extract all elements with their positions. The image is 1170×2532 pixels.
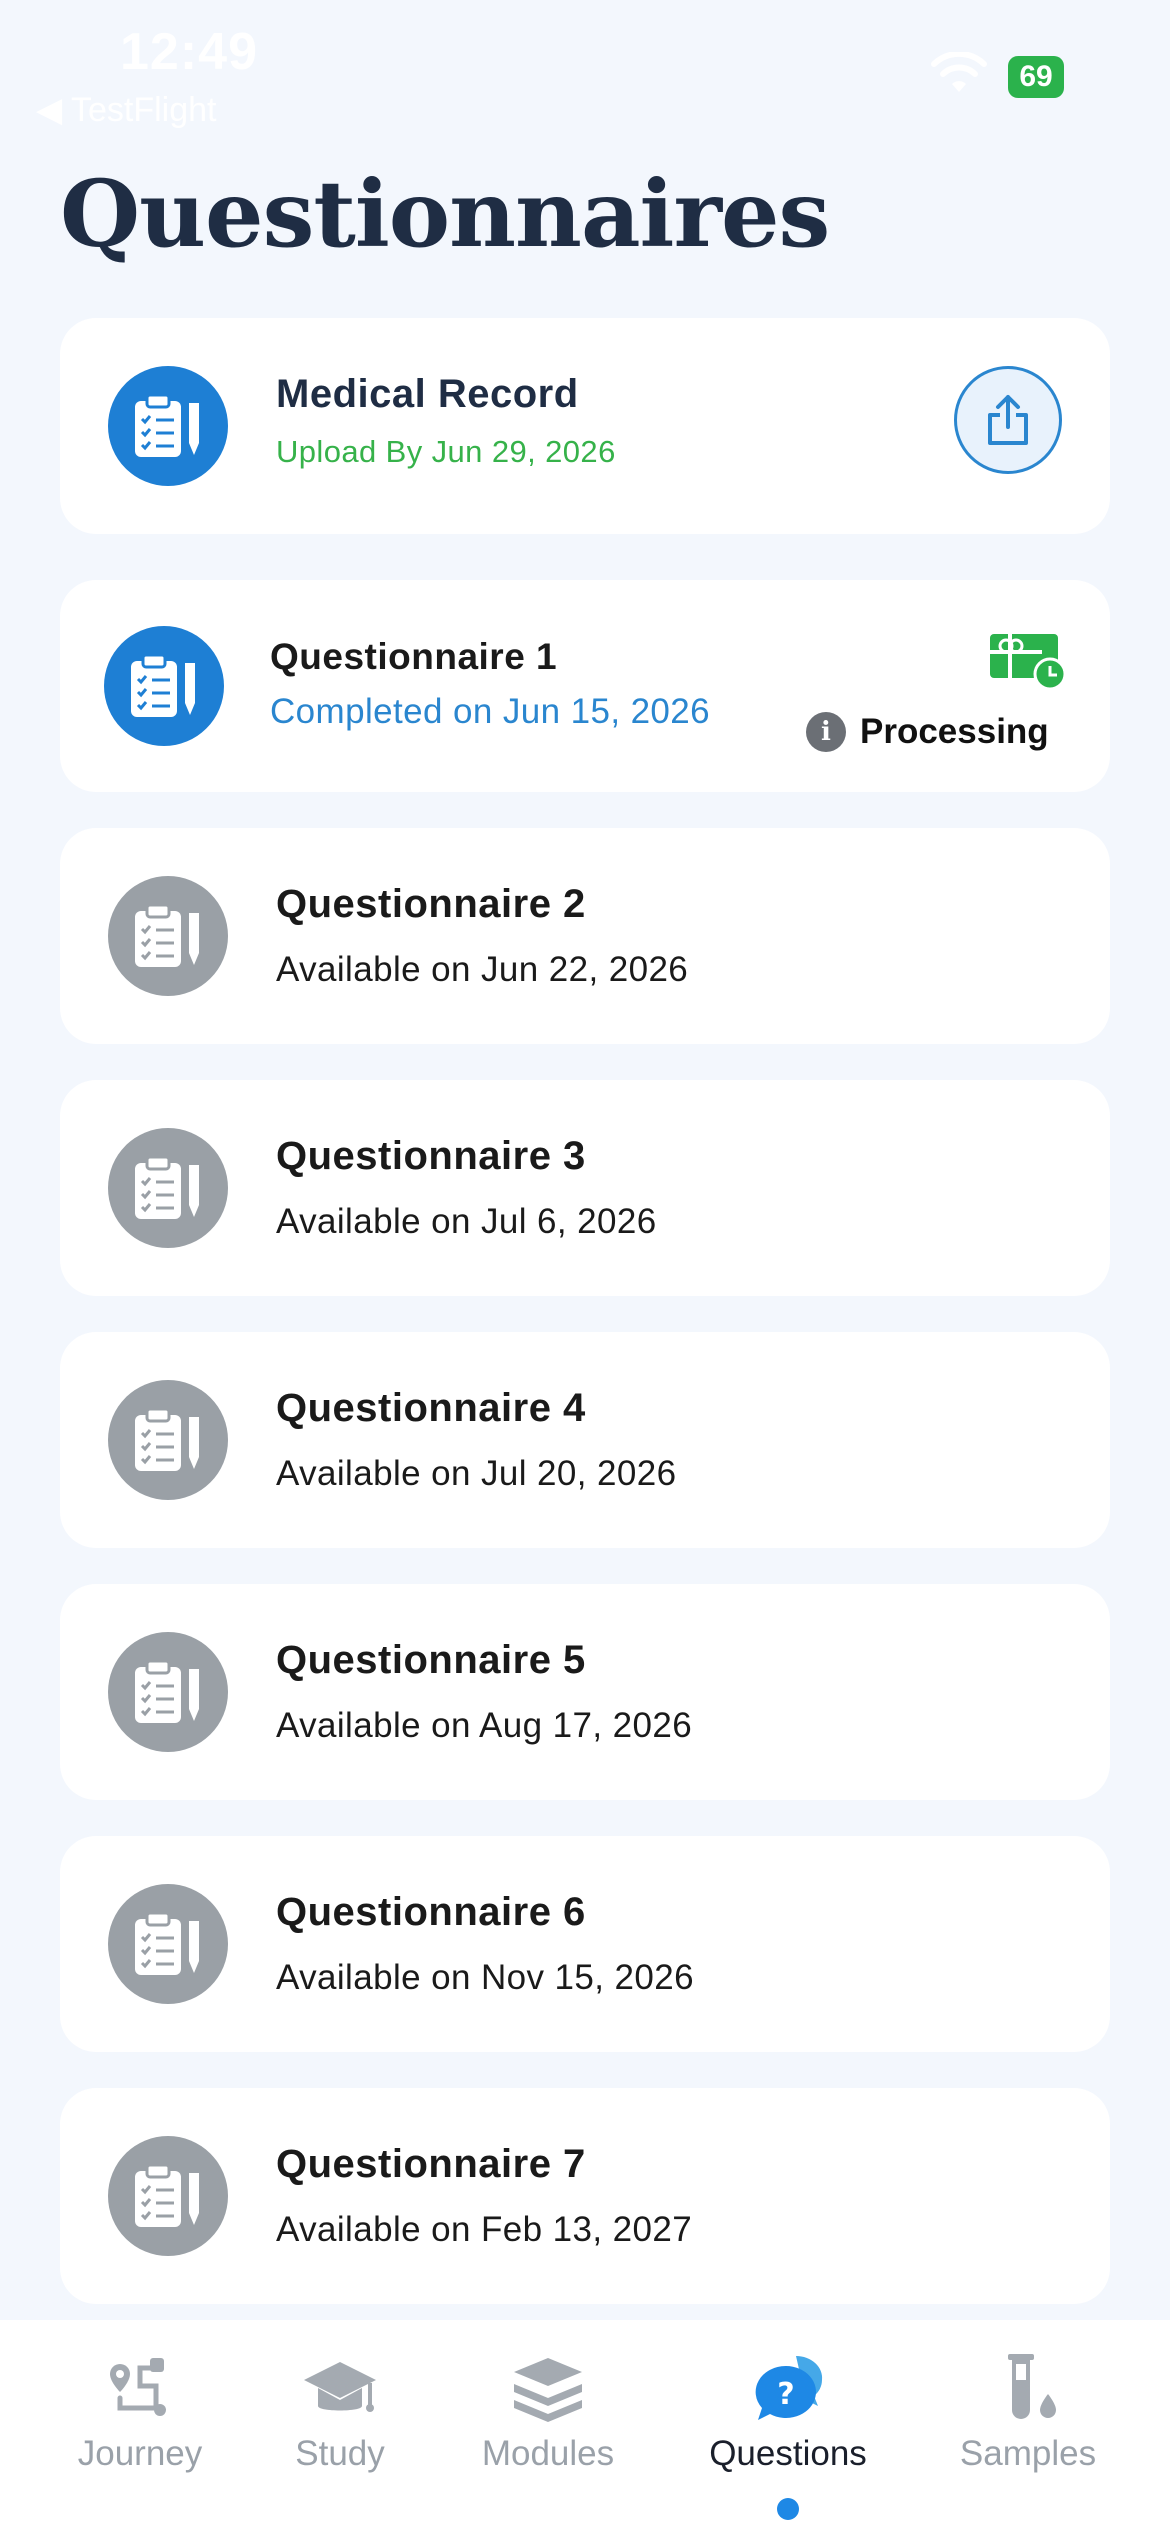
- questionnaire-card-7[interactable]: Questionnaire 7 Available on Feb 13, 202…: [60, 2088, 1110, 2304]
- info-icon[interactable]: i: [806, 712, 846, 752]
- upload-button[interactable]: [954, 366, 1062, 474]
- questionnaire-title: Questionnaire 6: [276, 1890, 586, 1934]
- questionnaire-available-date: Available on Aug 17, 2026: [276, 1706, 693, 1745]
- tab-label: Study: [295, 2434, 385, 2473]
- questionnaire-card-2[interactable]: Questionnaire 2 Available on Jun 22, 202…: [60, 828, 1110, 1044]
- questionnaire-card-6[interactable]: Questionnaire 6 Available on Nov 15, 202…: [60, 1836, 1110, 2052]
- clipboard-icon: [108, 1884, 228, 2004]
- route-icon: [110, 2358, 166, 2416]
- tab-journey[interactable]: Journey: [40, 2350, 240, 2510]
- page-title: Questionnaires: [60, 160, 830, 268]
- clipboard-icon: [108, 366, 228, 486]
- tab-samples[interactable]: Samples: [928, 2350, 1128, 2510]
- back-to-testflight-link[interactable]: ◀ TestFlight: [36, 90, 216, 130]
- tab-label: Journey: [77, 2434, 203, 2473]
- medical-record-card[interactable]: Medical Record Upload By Jun 29, 2026: [60, 318, 1110, 534]
- wifi-icon: [931, 52, 987, 92]
- question-bubble-icon: ?: [755, 2355, 823, 2420]
- questionnaire-card-3[interactable]: Questionnaire 3 Available on Jul 6, 2026: [60, 1080, 1110, 1296]
- graduation-cap-icon: [304, 2362, 376, 2412]
- tab-label: Modules: [481, 2434, 615, 2473]
- share-upload-icon: [988, 395, 1028, 445]
- tab-bar: Journey Study Modules ? Questions Sample…: [0, 2320, 1170, 2532]
- active-tab-indicator: [777, 2498, 799, 2520]
- questionnaire-title: Questionnaire 2: [276, 882, 586, 926]
- status-bar: 12:49 ◀ TestFlight 69: [0, 0, 1170, 140]
- stack-icon: [514, 2358, 582, 2422]
- tab-label: Samples: [959, 2434, 1097, 2473]
- gift-card-clock-icon: [990, 634, 1066, 690]
- status-time: 12:49: [120, 23, 258, 81]
- questionnaire-title: Questionnaire 5: [276, 1638, 586, 1682]
- questionnaire-card-4[interactable]: Questionnaire 4 Available on Jul 20, 202…: [60, 1332, 1110, 1548]
- questionnaire-available-date: Available on Nov 15, 2026: [276, 1958, 694, 1997]
- questionnaire-available-date: Available on Jun 22, 2026: [276, 950, 689, 989]
- questionnaire-available-date: Available on Jul 6, 2026: [276, 1202, 657, 1241]
- questionnaire-title: Questionnaire 7: [276, 2142, 586, 2186]
- questionnaire-status-date: Completed on Jun 15, 2026: [270, 692, 711, 731]
- questionnaire-title: Questionnaire 1: [270, 636, 558, 677]
- questionnaire-title: Questionnaire 3: [276, 1134, 586, 1178]
- clipboard-icon: [108, 876, 228, 996]
- tab-label: Questions: [709, 2434, 867, 2473]
- clipboard-icon: [108, 1380, 228, 1500]
- medical-record-title: Medical Record: [276, 372, 579, 416]
- questionnaire-title: Questionnaire 4: [276, 1386, 586, 1430]
- tab-questions[interactable]: ? Questions: [688, 2350, 888, 2520]
- tab-study[interactable]: Study: [240, 2350, 440, 2510]
- clipboard-icon: [104, 626, 224, 746]
- processing-label: Processing: [860, 712, 1049, 751]
- clipboard-icon: [108, 1128, 228, 1248]
- medical-record-due-date: Upload By Jun 29, 2026: [276, 434, 616, 469]
- clipboard-icon: [108, 1632, 228, 1752]
- questionnaire-card-5[interactable]: Questionnaire 5 Available on Aug 17, 202…: [60, 1584, 1110, 1800]
- svg-text:?: ?: [777, 2377, 794, 2412]
- questionnaire-available-date: Available on Feb 13, 2027: [276, 2210, 693, 2249]
- questionnaire-available-date: Available on Jul 20, 2026: [276, 1454, 677, 1493]
- questionnaire-card-1[interactable]: Questionnaire 1 Completed on Jun 15, 202…: [60, 580, 1110, 792]
- tab-modules[interactable]: Modules: [448, 2350, 648, 2510]
- processing-status[interactable]: i Processing: [806, 630, 1066, 752]
- test-tube-icon: [1008, 2354, 1056, 2419]
- clipboard-icon: [108, 2136, 228, 2256]
- battery-indicator: 69: [1008, 56, 1064, 98]
